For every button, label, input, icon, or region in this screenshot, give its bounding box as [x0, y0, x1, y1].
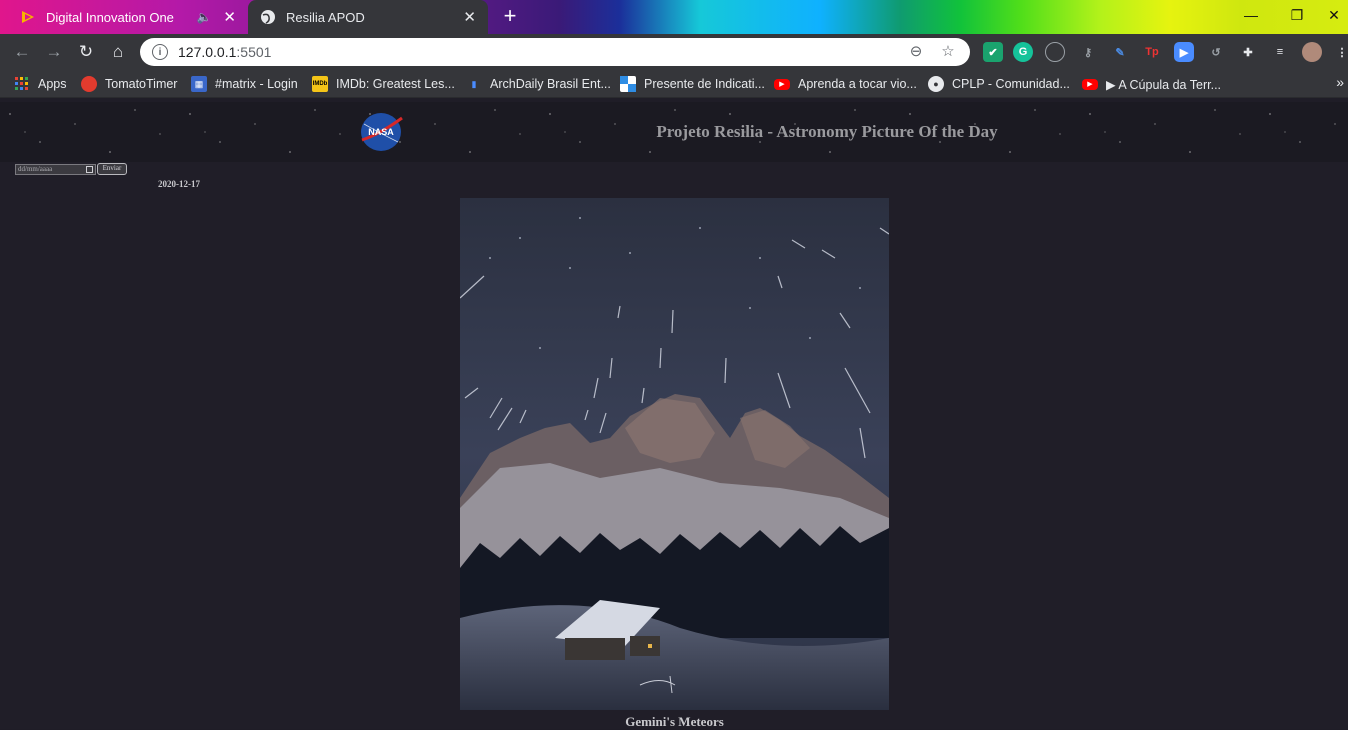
bookmark-star-icon[interactable]: ☆: [938, 42, 958, 62]
menu-kebab-icon[interactable]: ⋮: [1332, 42, 1348, 62]
tomato-icon: [81, 76, 97, 92]
imdb-icon: IMDb: [312, 76, 328, 92]
site-info-icon[interactable]: i: [152, 44, 168, 60]
svg-text:NASA: NASA: [368, 127, 394, 137]
bookmark-aprenda-violao[interactable]: ▶ Aprenda a tocar vio...: [774, 74, 917, 94]
zoom-icon[interactable]: ⊖: [906, 42, 926, 62]
bookmark-presente[interactable]: Presente de Indicati...: [620, 74, 765, 94]
globe-icon: ●: [928, 76, 944, 92]
browser-toolbar: ← → ↻ ⌂ i 127.0.0.1:5501 ⊖ ☆ ✔ G ⚷ ✎ Tp …: [0, 34, 1348, 70]
submit-button[interactable]: Enviar: [97, 163, 127, 175]
extensions-puzzle-icon[interactable]: ✚: [1238, 42, 1258, 62]
dio-icon: [20, 9, 36, 25]
home-button[interactable]: ⌂: [106, 40, 130, 64]
tab-resilia-apod[interactable]: Resilia APOD ✕: [248, 0, 488, 34]
tab-strip: Digital Innovation One 🔈 ✕ Resilia APOD …: [0, 0, 1348, 34]
tab-digital-innovation-one[interactable]: Digital Innovation One 🔈 ✕: [8, 0, 248, 34]
tp-extension-icon[interactable]: Tp: [1142, 42, 1162, 62]
tab-title: Digital Innovation One: [46, 9, 174, 25]
privacy-shield-icon[interactable]: [1045, 42, 1065, 62]
bookmark-cupula[interactable]: ▶ ▶ A Cúpula da Terr...: [1082, 74, 1221, 94]
bookmark-cplp[interactable]: ● CPLP - Comunidad...: [928, 74, 1070, 94]
apod-image: [460, 198, 889, 710]
gift-icon: [620, 76, 636, 92]
archdaily-icon: ▮: [471, 78, 477, 89]
new-tab-button[interactable]: +: [498, 5, 522, 29]
page-title: Projeto Resilia - Astronomy Picture Of t…: [656, 122, 998, 141]
restore-window-button[interactable]: ❐: [1274, 0, 1320, 30]
bookmark-archdaily[interactable]: ▮ ArchDaily Brasil Ent...: [466, 74, 611, 94]
zoom-meeting-icon[interactable]: ▶: [1174, 42, 1194, 62]
refresh-extension-icon[interactable]: ↺: [1206, 42, 1226, 62]
apod-title: Gemini's Meteors: [625, 714, 724, 729]
grammarly-icon[interactable]: G: [1013, 42, 1033, 62]
bookmark-imdb[interactable]: IMDb IMDb: Greatest Les...: [312, 74, 455, 94]
close-tab-icon[interactable]: ✕: [223, 8, 236, 26]
more-bookmarks-chevron-icon[interactable]: »: [1336, 74, 1344, 90]
close-tab-icon[interactable]: ✕: [463, 8, 476, 26]
bookmark-tomatotimer[interactable]: TomatoTimer: [81, 74, 177, 94]
bookmark-matrix[interactable]: ▦ #matrix - Login: [191, 74, 298, 94]
close-window-button[interactable]: ✕: [1320, 0, 1348, 30]
bookmarks-bar: Apps TomatoTimer ▦ #matrix - Login IMDb …: [0, 70, 1348, 98]
feather-icon[interactable]: ✎: [1110, 42, 1130, 62]
bookmark-apps[interactable]: Apps: [14, 74, 67, 94]
apps-grid-icon: [14, 76, 30, 92]
nasa-logo: NASA: [361, 113, 403, 151]
url-text[interactable]: 127.0.0.1:5501: [178, 44, 894, 60]
address-bar[interactable]: i 127.0.0.1:5501 ⊖ ☆: [140, 38, 970, 66]
youtube-icon: ▶: [774, 78, 790, 90]
back-button[interactable]: ←: [10, 40, 34, 64]
media-queue-icon[interactable]: ≡: [1270, 42, 1290, 62]
starry-header: NASA Projeto Resilia - Astronomy Picture…: [0, 102, 1348, 162]
minimize-window-button[interactable]: —: [1228, 0, 1274, 30]
date-input[interactable]: dd/mm/aaaa: [15, 164, 96, 175]
profile-avatar[interactable]: [1302, 42, 1322, 62]
page-body: NASA Projeto Resilia - Astronomy Picture…: [0, 102, 1348, 729]
reload-button[interactable]: ↻: [74, 40, 98, 64]
tab-title: Resilia APOD: [286, 9, 365, 25]
youtube-icon: ▶: [1082, 78, 1098, 90]
calendar-icon[interactable]: [86, 166, 93, 173]
forward-button[interactable]: →: [42, 40, 66, 64]
speaker-muted-icon[interactable]: 🔈: [196, 10, 211, 24]
globe-icon: [260, 9, 276, 25]
key-icon[interactable]: ⚷: [1078, 42, 1098, 62]
apod-date: 2020-12-17: [158, 179, 200, 189]
shield-extension-icon[interactable]: ✔: [983, 42, 1003, 62]
matrix-icon: ▦: [191, 76, 207, 92]
